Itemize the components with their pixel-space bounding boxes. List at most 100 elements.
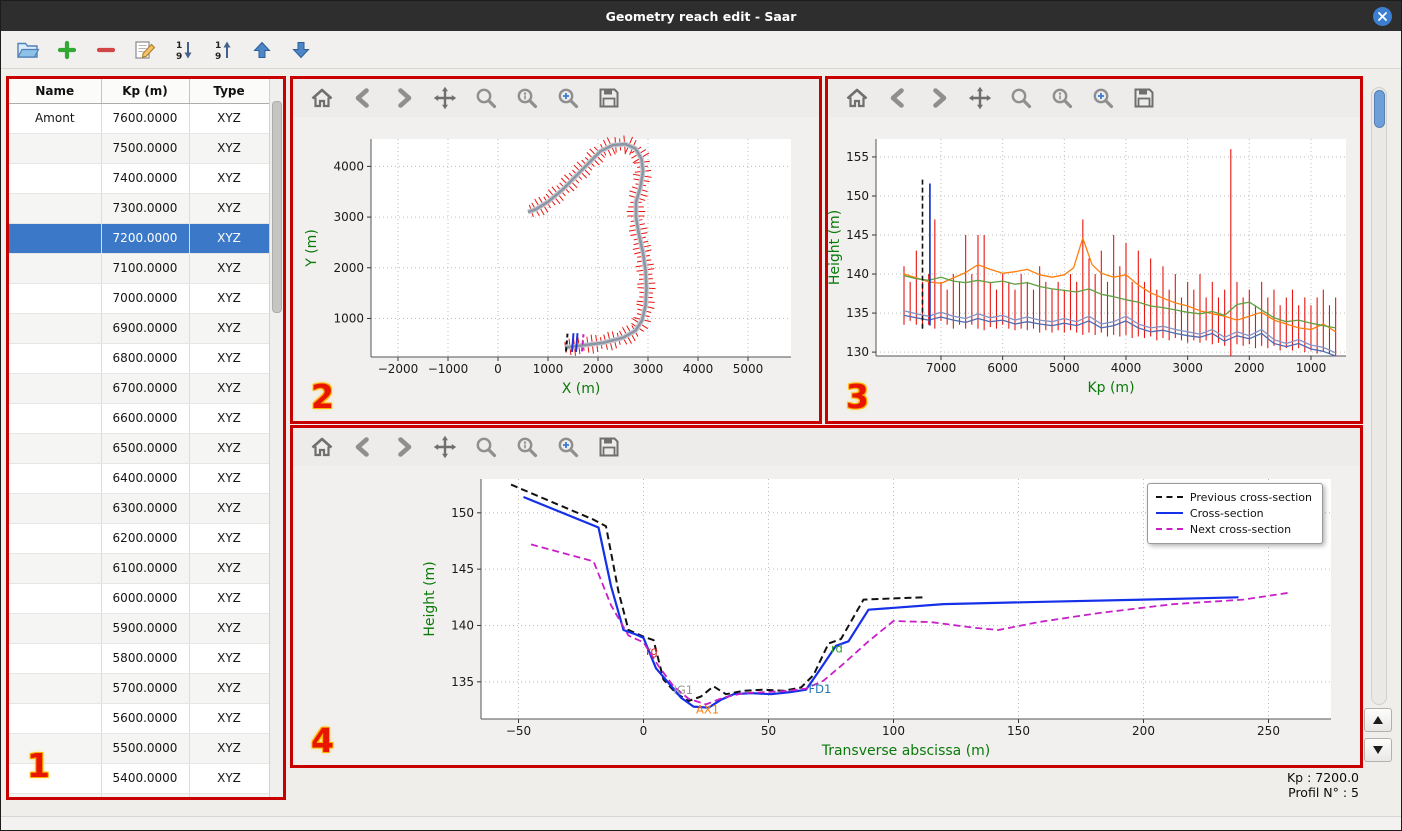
table-cell[interactable]: XYZ bbox=[189, 733, 269, 764]
table-cell[interactable] bbox=[9, 643, 102, 674]
table-cell[interactable]: XYZ bbox=[189, 553, 269, 584]
sort-descending-button[interactable]: 19 bbox=[208, 36, 238, 64]
zoom-button[interactable] bbox=[471, 84, 501, 112]
table-cell[interactable] bbox=[9, 553, 102, 584]
table-cell[interactable]: 6700.0000 bbox=[101, 373, 190, 404]
table-cell[interactable] bbox=[9, 763, 102, 794]
table-cell[interactable] bbox=[9, 583, 102, 614]
back-button[interactable] bbox=[348, 433, 378, 461]
remove-section-button[interactable] bbox=[91, 36, 121, 64]
move-up-button[interactable] bbox=[247, 36, 277, 64]
table-cell[interactable]: XYZ bbox=[189, 313, 269, 344]
move-down-button[interactable] bbox=[286, 36, 316, 64]
table-cell[interactable]: 7500.0000 bbox=[101, 133, 190, 164]
table-row[interactable]: 7200.0000 XYZ bbox=[9, 223, 269, 254]
home-button[interactable] bbox=[307, 433, 337, 461]
table-row[interactable]: 7300.0000 XYZ bbox=[9, 193, 269, 224]
open-file-button[interactable] bbox=[13, 36, 43, 64]
save-button[interactable] bbox=[594, 433, 624, 461]
forward-button[interactable] bbox=[389, 433, 419, 461]
zoom-mark-button[interactable] bbox=[1047, 84, 1077, 112]
table-cell[interactable] bbox=[9, 673, 102, 704]
table-cell[interactable] bbox=[9, 253, 102, 284]
close-button[interactable] bbox=[1373, 6, 1392, 26]
table-scrollbar[interactable] bbox=[269, 79, 283, 797]
table-cell[interactable]: XYZ bbox=[189, 253, 269, 284]
forward-button[interactable] bbox=[924, 84, 954, 112]
right-scrollbar[interactable] bbox=[1371, 87, 1387, 705]
pan-button[interactable] bbox=[965, 84, 995, 112]
table-cell[interactable]: Amont bbox=[9, 103, 102, 134]
table-cell[interactable]: 6900.0000 bbox=[101, 313, 190, 344]
table-cell[interactable]: XYZ bbox=[189, 523, 269, 554]
table-cell[interactable]: 7300.0000 bbox=[101, 193, 190, 224]
table-row[interactable]: 6700.0000 XYZ bbox=[9, 373, 269, 404]
table-row[interactable]: 7100.0000 XYZ bbox=[9, 253, 269, 284]
table-row[interactable]: 6800.0000 XYZ bbox=[9, 343, 269, 374]
table-row[interactable]: 6300.0000 XYZ bbox=[9, 493, 269, 524]
table-row[interactable]: 7500.0000 XYZ bbox=[9, 133, 269, 164]
table-cell[interactable]: XYZ bbox=[189, 793, 269, 797]
sort-ascending-button[interactable]: 19 bbox=[169, 36, 199, 64]
table-cell[interactable] bbox=[9, 403, 102, 434]
table-cell[interactable]: XYZ bbox=[189, 403, 269, 434]
table-cell[interactable]: XYZ bbox=[189, 103, 269, 134]
table-cell[interactable] bbox=[9, 613, 102, 644]
table-cell[interactable] bbox=[9, 703, 102, 734]
table-cell[interactable] bbox=[9, 223, 102, 254]
column-header-name[interactable]: Name bbox=[9, 79, 102, 104]
longitudinal-profile-chart[interactable]: 7000 6000 5000 4000 3000 2000 1000 130 135 140 145… bbox=[828, 117, 1360, 417]
table-scrollbar-thumb[interactable] bbox=[271, 101, 282, 313]
table-row[interactable]: Amont 7600.0000 XYZ bbox=[9, 103, 269, 134]
plan-view-chart[interactable]: −2000 −1000 0 1000 2000 3000 4000 5000 1000 2000 3… bbox=[293, 117, 819, 417]
table-row[interactable]: 6900.0000 XYZ bbox=[9, 313, 269, 344]
table-cell[interactable]: 5700.0000 bbox=[101, 673, 190, 704]
table-cell[interactable] bbox=[9, 313, 102, 344]
table-cell[interactable]: 5900.0000 bbox=[101, 613, 190, 644]
home-button[interactable] bbox=[307, 84, 337, 112]
table-cell[interactable]: 5500.0000 bbox=[101, 733, 190, 764]
table-cell[interactable]: XYZ bbox=[189, 583, 269, 614]
table-row[interactable]: 6100.0000 XYZ bbox=[9, 553, 269, 584]
table-row[interactable]: 6200.0000 XYZ bbox=[9, 523, 269, 554]
zoom-region-button[interactable] bbox=[1088, 84, 1118, 112]
table-cell[interactable] bbox=[9, 523, 102, 554]
table-cell[interactable]: XYZ bbox=[189, 643, 269, 674]
table-row[interactable]: 6500.0000 XYZ bbox=[9, 433, 269, 464]
table-cell[interactable]: 7000.0000 bbox=[101, 283, 190, 314]
zoom-mark-button[interactable] bbox=[512, 84, 542, 112]
forward-button[interactable] bbox=[389, 84, 419, 112]
zoom-button[interactable] bbox=[1006, 84, 1036, 112]
table-cell[interactable]: XYZ bbox=[189, 133, 269, 164]
table-cell[interactable]: 7100.0000 bbox=[101, 253, 190, 284]
table-cell[interactable]: XYZ bbox=[189, 493, 269, 524]
save-button[interactable] bbox=[594, 84, 624, 112]
edit-section-button[interactable] bbox=[130, 36, 160, 64]
zoom-region-button[interactable] bbox=[553, 433, 583, 461]
table-row[interactable]: 5700.0000 XYZ bbox=[9, 673, 269, 704]
table-cell[interactable]: XYZ bbox=[189, 673, 269, 704]
table-row[interactable]: 5900.0000 XYZ bbox=[9, 613, 269, 644]
table-cell[interactable]: 7600.0000 bbox=[101, 103, 190, 134]
table-cell[interactable]: 6600.0000 bbox=[101, 403, 190, 434]
previous-section-button[interactable] bbox=[1364, 708, 1392, 732]
table-cell[interactable] bbox=[9, 733, 102, 764]
table-cell[interactable]: 6800.0000 bbox=[101, 343, 190, 374]
home-button[interactable] bbox=[842, 84, 872, 112]
table-row[interactable]: 6600.0000 XYZ bbox=[9, 403, 269, 434]
table-cell[interactable]: XYZ bbox=[189, 463, 269, 494]
zoom-mark-button[interactable] bbox=[512, 433, 542, 461]
table-cell[interactable]: XYZ bbox=[189, 343, 269, 374]
table-cell[interactable]: XYZ bbox=[189, 373, 269, 404]
table-cell[interactable]: 5800.0000 bbox=[101, 643, 190, 674]
table-row[interactable]: 7000.0000 XYZ bbox=[9, 283, 269, 314]
table-cell[interactable] bbox=[9, 493, 102, 524]
table-cell[interactable] bbox=[9, 373, 102, 404]
table-cell[interactable] bbox=[9, 193, 102, 224]
table-cell[interactable]: 7200.0000 bbox=[101, 223, 190, 254]
table-row[interactable]: 5600.0000 XYZ bbox=[9, 703, 269, 734]
table-cell[interactable]: 6300.0000 bbox=[101, 493, 190, 524]
table-cell[interactable]: 5300.0000 bbox=[101, 793, 190, 797]
table-row[interactable]: 5300.0000XYZ bbox=[9, 793, 269, 797]
table-cell[interactable] bbox=[9, 433, 102, 464]
